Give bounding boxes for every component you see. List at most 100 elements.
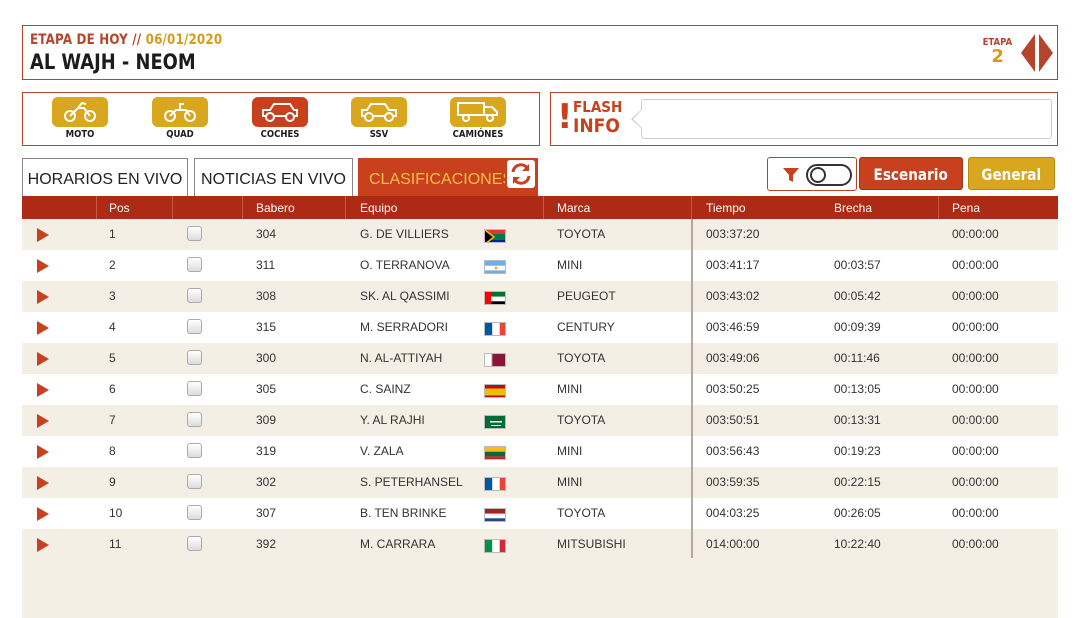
col-header-pena[interactable]: Pena [952,201,980,215]
cell-bib: 305 [256,382,277,396]
stage-header: ETAPA DE HOY // 06/01/2020 AL WAJH - NEO… [22,25,1058,80]
table-row[interactable]: 9 302 S. PETERHANSEL MINI 003:59:35 00:22:15 0… [22,467,1058,498]
row-checkbox[interactable] [187,505,202,520]
table-row[interactable]: 8 319 V. ZALA MINI 003:56:43 00:19:23 00:00:00 [22,436,1058,467]
cell-brand: TOYOTA [557,413,606,427]
table-row[interactable]: 2 311 O. TERRANOVA MINI 003:41:17 00:03:57 00:… [22,250,1058,281]
tab-noticias-en-vivo[interactable]: NOTICIAS EN VIVO [194,158,353,196]
row-checkbox[interactable] [187,350,202,365]
vehicle-quad[interactable]: QUAD [145,97,215,140]
cell-team: Y. AL RAJHI [360,413,425,427]
col-header-marca[interactable]: Marca [557,201,590,215]
cell-team: N. AL-ATTIYAH [360,351,443,365]
vehicle-camiones[interactable]: CAMIÓNES [443,97,513,140]
expand-row-play-icon[interactable] [37,476,49,490]
table-row[interactable]: 1 304 G. DE VILLIERS TOYOTA 003:37:20 00:00:0… [22,219,1058,250]
refresh-button[interactable] [505,158,537,190]
escenario-button[interactable]: Escenario [859,157,963,190]
row-checkbox[interactable] [187,536,202,551]
cell-bib: 311 [256,258,276,272]
etapa-label: ETAPA [982,37,1013,48]
next-stage-arrow-icon[interactable] [1039,34,1053,72]
speech-bubble-tip-inner [633,110,642,128]
cell-pos: 4 [109,320,116,334]
expand-row-play-icon[interactable] [37,259,49,273]
cell-pos: 11 [109,537,122,551]
expand-row-play-icon[interactable] [37,507,49,521]
row-checkbox[interactable] [187,226,202,241]
cell-pos: 3 [109,289,116,303]
cell-pos: 2 [109,258,116,272]
flash-message-box [641,99,1052,139]
table-row[interactable]: 4 315 M. SERRADORI CENTURY 003:46:59 00:09:39… [22,312,1058,343]
vehicle-coches[interactable]: COCHES [245,97,315,140]
row-checkbox[interactable] [187,412,202,427]
motorcycle-icon [52,97,108,127]
prev-stage-arrow-icon[interactable] [1021,34,1035,72]
cell-brand: MINI [557,444,583,458]
cell-time: 003:46:59 [706,320,760,334]
table-row[interactable]: 7 309 Y. AL RAJHI TOYOTA 003:50:51 00:13:31 00… [22,405,1058,436]
vehicle-label: QUAD [166,129,194,140]
cell-brand: MINI [557,382,583,396]
row-checkbox[interactable] [187,288,202,303]
row-checkbox[interactable] [187,443,202,458]
table-row[interactable]: 10 307 B. TEN BRINKE TOYOTA 004:03:25 00:26:0… [22,498,1058,529]
vehicle-moto[interactable]: MOTO [45,97,115,140]
stage-line: ETAPA DE HOY // 06/01/2020 [30,32,222,48]
expand-row-play-icon[interactable] [37,352,49,366]
cell-penalty: 00:00:00 [952,258,999,272]
cell-time: 003:50:25 [706,382,760,396]
flash-info-panel: ! FLASH INFO [550,92,1058,146]
cell-time: 003:56:43 [706,444,760,458]
col-header-equipo[interactable]: Equipo [360,201,397,215]
cell-penalty: 00:00:00 [952,320,999,334]
table-row[interactable]: 3 308 SK. AL QASSIMI PEUGEOT 003:43:02 00:05:… [22,281,1058,312]
escenario-label: Escenario [873,165,949,184]
cell-time: 003:41:17 [706,258,760,272]
row-checkbox[interactable] [187,381,202,396]
col-header-brecha[interactable]: Brecha [834,201,872,215]
cell-pos: 8 [109,444,116,458]
col-header-pos[interactable]: Pos [109,201,130,215]
stage-date: 06/01/2020 [145,32,223,48]
row-checkbox[interactable] [187,319,202,334]
vehicle-ssv[interactable]: SSV [344,97,414,140]
cell-team: M. SERRADORI [360,320,449,334]
cell-penalty: 00:00:00 [952,382,999,396]
cell-gap: 00:03:57 [834,258,881,272]
expand-row-play-icon[interactable] [37,228,49,242]
col-header-tiempo[interactable]: Tiempo [706,201,746,215]
cell-gap: 00:13:31 [834,413,881,427]
cell-bib: 304 [256,227,277,241]
col-header-babero[interactable]: Babero [256,201,295,215]
general-button[interactable]: General [968,157,1055,190]
vehicle-label: MOTO [65,129,95,140]
stage-route: AL WAJH - NEOM [30,50,196,74]
cell-penalty: 00:00:00 [952,227,999,241]
expand-row-play-icon[interactable] [37,538,49,552]
toggle-switch[interactable] [806,164,852,186]
cell-time: 003:59:35 [706,475,760,489]
table-row[interactable]: 6 305 C. SAINZ MINI 003:50:25 00:13:05 00:00:0… [22,374,1058,405]
etapa-number: 2 [991,46,1004,67]
france-flag-icon [484,477,506,491]
table-row[interactable]: 5 300 N. AL-ATTIYAH TOYOTA 003:49:06 00:11:46… [22,343,1058,374]
filter-toggle[interactable] [767,157,857,191]
cell-team: G. DE VILLIERS [360,227,449,241]
stage-label: ETAPA DE HOY // [30,32,142,48]
header-separator [172,196,173,219]
row-checkbox[interactable] [187,474,202,489]
cell-bib: 309 [256,413,277,427]
expand-row-play-icon[interactable] [37,445,49,459]
table-row[interactable]: 11 392 M. CARRARA MITSUBISHI 014:00:00 10:22:… [22,529,1058,560]
general-label: General [981,165,1042,184]
cell-gap: 00:19:23 [834,444,881,458]
tab-horarios-en-vivo[interactable]: HORARIOS EN VIVO [22,158,188,196]
expand-row-play-icon[interactable] [37,383,49,397]
expand-row-play-icon[interactable] [37,414,49,428]
expand-row-play-icon[interactable] [37,321,49,335]
cell-bib: 307 [256,506,277,520]
expand-row-play-icon[interactable] [37,290,49,304]
row-checkbox[interactable] [187,257,202,272]
